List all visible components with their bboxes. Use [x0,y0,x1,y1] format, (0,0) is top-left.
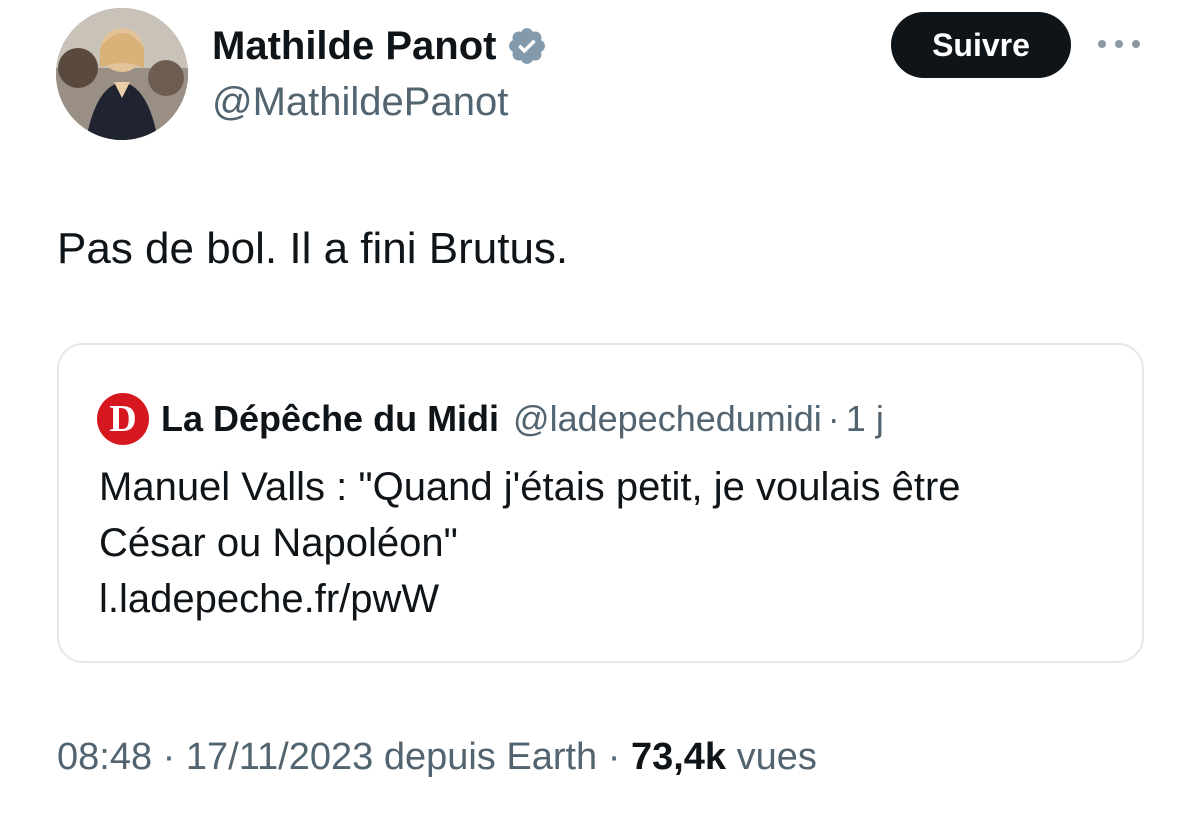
source-handle[interactable]: @ladepechedumidi [513,398,822,440]
quoted-tweet-card[interactable]: D La Dépêche du Midi @ladepechedumidi · … [57,343,1144,663]
author-name[interactable]: Mathilde Panot [212,22,548,70]
more-options-icon[interactable] [1098,34,1140,54]
tweet-time[interactable]: 08:48 [57,736,152,778]
tweet-date[interactable]: 17/11/2023 [186,736,373,778]
more-dot [1132,40,1140,48]
author-name-text[interactable]: Mathilde Panot [212,22,496,70]
views-count: 73,4k [630,736,727,778]
tweet-source: depuis Earth [383,736,598,778]
quoted-tweet-line: Manuel Valls : "Quand j'étais petit, je … [99,465,961,509]
tweet-text: Pas de bol. Il a fini Brutus. [57,224,569,273]
more-dot [1098,40,1106,48]
more-dot [1115,40,1123,48]
quoted-tweet-line: César ou Napoléon" [99,521,458,565]
quoted-tweet-header: D La Dépêche du Midi @ladepechedumidi · … [97,393,884,445]
follow-button[interactable]: Suivre [891,12,1071,78]
author-handle[interactable]: @MathildePanot [212,78,508,126]
quoted-tweet-link[interactable]: l.ladepeche.fr/pwW [99,571,1109,627]
verified-badge-icon [506,25,548,67]
source-logo: D [97,393,149,445]
source-name[interactable]: La Dépêche du Midi [161,398,499,440]
separator: · [607,736,621,778]
separator: · [162,736,176,778]
separator: · [827,398,840,439]
quoted-tweet-text: Manuel Valls : "Quand j'étais petit, je … [99,459,1109,627]
quoted-tweet-time[interactable]: 1 j [846,398,884,440]
tweet-meta: 08:48 · 17/11/2023 depuis Earth · 73,4k … [57,732,817,782]
avatar[interactable] [56,8,188,140]
views-label: vues [736,736,817,778]
